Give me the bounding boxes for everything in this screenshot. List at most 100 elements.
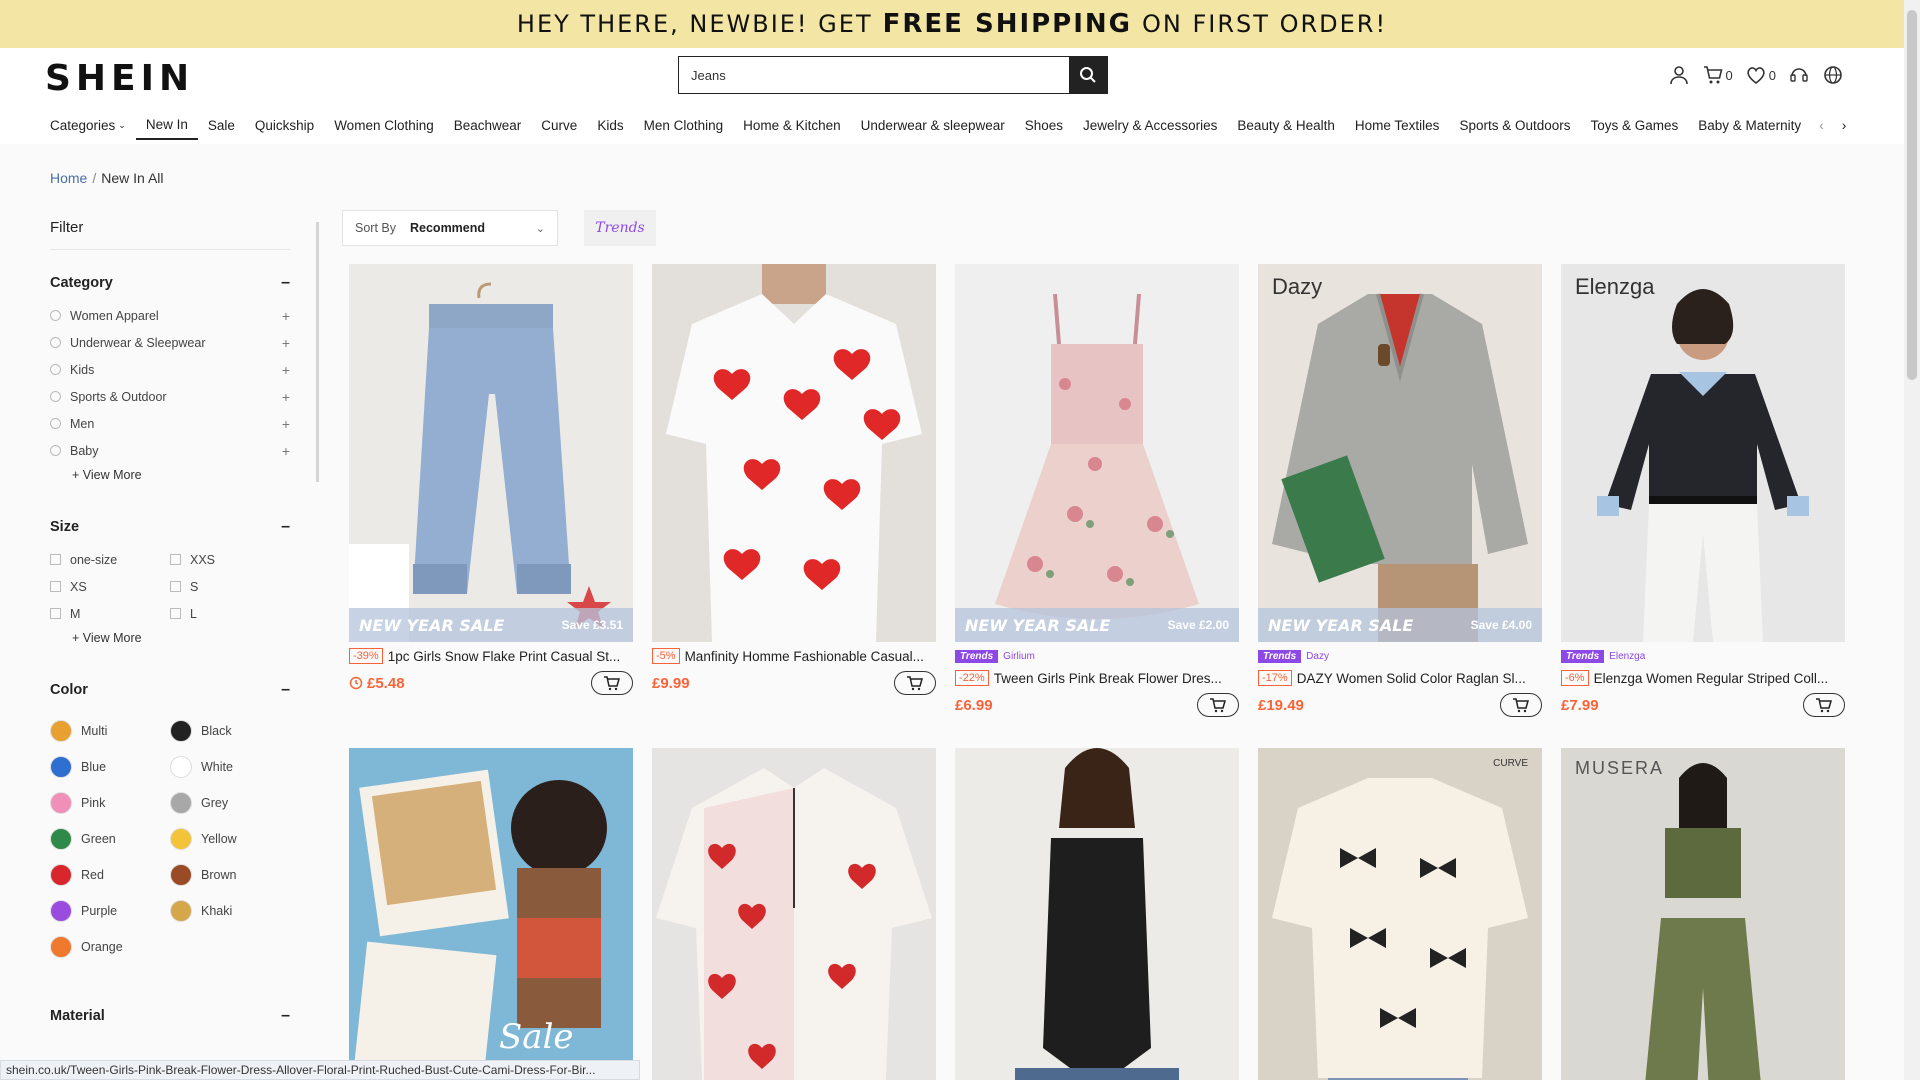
color-swatch[interactable] — [50, 936, 72, 958]
product-card[interactable]: SaleWAVES — [349, 748, 633, 1080]
color-swatch[interactable] — [170, 756, 192, 778]
product-title[interactable]: Tween Girls Pink Break Flower Dres... — [994, 671, 1222, 686]
add-to-cart-button[interactable] — [894, 671, 936, 695]
color-option[interactable]: Grey — [170, 785, 290, 821]
product-card[interactable]: -5% Manfinity Homme Fashionable Casual...… — [652, 264, 936, 696]
nav-sports-outdoors[interactable]: Sports & Outdoors — [1449, 110, 1580, 140]
color-swatch[interactable] — [50, 828, 72, 850]
nav-women-clothing[interactable]: Women Clothing — [324, 110, 444, 140]
product-image[interactable] — [652, 748, 936, 1080]
color-swatch[interactable] — [170, 900, 192, 922]
size-option[interactable]: S — [170, 573, 290, 600]
product-image[interactable]: Elenzga — [1561, 264, 1845, 642]
support-button[interactable] — [1788, 64, 1810, 86]
nav-jewelry-accessories[interactable]: Jewelry & Accessories — [1073, 110, 1227, 140]
size-option[interactable]: XXS — [170, 546, 290, 573]
color-option[interactable]: Black — [170, 713, 290, 749]
product-title-row[interactable]: -6% Elenzga Women Regular Striped Coll... — [1561, 670, 1845, 686]
color-option[interactable]: Purple — [50, 893, 170, 929]
product-title[interactable]: 1pc Girls Snow Flake Print Casual St... — [388, 649, 621, 664]
nav-beachwear[interactable]: Beachwear — [444, 110, 532, 140]
size-section-header[interactable]: Size – — [50, 516, 290, 538]
category-view-more[interactable]: + View More — [72, 464, 290, 486]
product-image[interactable]: CURVE — [1258, 748, 1542, 1080]
color-option[interactable]: White — [170, 749, 290, 785]
checkbox[interactable] — [50, 554, 61, 565]
color-option[interactable]: Multi — [50, 713, 170, 749]
expand-icon[interactable]: + — [282, 416, 290, 432]
color-swatch[interactable] — [170, 828, 192, 850]
expand-icon[interactable]: + — [282, 443, 290, 459]
nav-new-in[interactable]: New In — [135, 110, 198, 140]
product-image[interactable] — [652, 264, 936, 642]
nav-home-kitchen[interactable]: Home & Kitchen — [733, 110, 851, 140]
cart-button[interactable]: 0 — [1702, 64, 1733, 86]
color-swatch[interactable] — [50, 756, 72, 778]
store-tag[interactable]: Dazy — [1306, 651, 1329, 662]
store-tag[interactable]: Elenzga — [1609, 651, 1645, 662]
color-swatch[interactable] — [170, 720, 192, 742]
radio-button[interactable] — [50, 418, 61, 429]
scrollbar-thumb[interactable] — [1907, 10, 1917, 380]
nav-curve[interactable]: Curve — [531, 110, 587, 140]
nav-home-textiles[interactable]: Home Textiles — [1345, 110, 1450, 140]
expand-icon[interactable]: + — [282, 308, 290, 324]
nav-shoes[interactable]: Shoes — [1015, 110, 1073, 140]
nav-kids[interactable]: Kids — [587, 110, 633, 140]
expand-icon[interactable]: + — [282, 389, 290, 405]
color-option[interactable]: Orange — [50, 929, 170, 965]
checkbox[interactable] — [50, 608, 61, 619]
account-button[interactable] — [1668, 64, 1690, 86]
product-title-row[interactable]: -17% DAZY Women Solid Color Raglan Sl... — [1258, 670, 1542, 686]
product-card[interactable]: MUSERA — [1561, 748, 1845, 1080]
color-swatch[interactable] — [50, 900, 72, 922]
color-option[interactable]: Blue — [50, 749, 170, 785]
product-card[interactable] — [652, 748, 936, 1080]
color-swatch[interactable] — [170, 792, 192, 814]
product-card[interactable]: NEW YEAR SALE Save £2.00 Trends Girlium -22%… — [955, 264, 1239, 718]
add-to-cart-button[interactable] — [1500, 693, 1542, 717]
radio-button[interactable] — [50, 310, 61, 321]
category-item[interactable]: Baby + — [50, 437, 290, 464]
product-card[interactable]: Dazy NEW YEAR SALE Save £4.00 Trends Dazy -17… — [1258, 264, 1542, 718]
product-title[interactable]: Manfinity Homme Fashionable Casual... — [685, 649, 924, 664]
nav-underwear-sleepwear[interactable]: Underwear & sleepwear — [851, 110, 1015, 140]
nav-quickship[interactable]: Quickship — [245, 110, 324, 140]
product-card[interactable]: Elenzga Trends Elenzga -6% Elenzga Women Reg… — [1561, 264, 1845, 718]
product-image[interactable] — [955, 748, 1239, 1080]
expand-icon[interactable]: + — [282, 335, 290, 351]
color-swatch[interactable] — [50, 720, 72, 742]
nav-toys-games[interactable]: Toys & Games — [1581, 110, 1689, 140]
promo-banner[interactable]: HEY THERE, NEWBIE! GET FREE SHIPPING ON … — [0, 0, 1904, 48]
language-button[interactable] — [1822, 64, 1844, 86]
category-item[interactable]: Men + — [50, 410, 290, 437]
category-item[interactable]: Kids + — [50, 356, 290, 383]
product-title[interactable]: DAZY Women Solid Color Raglan Sl... — [1297, 671, 1526, 686]
color-option[interactable]: Pink — [50, 785, 170, 821]
size-option[interactable]: XS — [50, 573, 170, 600]
expand-icon[interactable]: + — [282, 362, 290, 378]
product-title-row[interactable]: -22% Tween Girls Pink Break Flower Dres..… — [955, 670, 1239, 686]
product-card[interactable]: CURVE — [1258, 748, 1542, 1080]
color-swatch[interactable] — [50, 864, 72, 886]
product-image[interactable]: Dazy NEW YEAR SALE Save £4.00 — [1258, 264, 1542, 642]
wishlist-button[interactable]: 0 — [1745, 64, 1776, 86]
sidebar-scrollbar[interactable] — [316, 222, 319, 482]
shein-logo[interactable]: SHEIN — [45, 58, 194, 99]
product-image[interactable]: SaleWAVES — [349, 748, 633, 1080]
category-item[interactable]: Sports & Outdoor + — [50, 383, 290, 410]
radio-button[interactable] — [50, 391, 61, 402]
product-title[interactable]: Elenzga Women Regular Striped Coll... — [1594, 671, 1829, 686]
nav-sale[interactable]: Sale — [198, 110, 245, 140]
color-option[interactable]: Yellow — [170, 821, 290, 857]
color-option[interactable]: Brown — [170, 857, 290, 893]
color-swatch[interactable] — [50, 792, 72, 814]
color-option[interactable]: Green — [50, 821, 170, 857]
search-input[interactable] — [679, 57, 1069, 93]
product-card[interactable] — [955, 748, 1239, 1080]
color-option[interactable]: Red — [50, 857, 170, 893]
page-scrollbar[interactable] — [1904, 0, 1920, 1080]
checkbox[interactable] — [50, 581, 61, 592]
checkbox[interactable] — [170, 608, 181, 619]
color-swatch[interactable] — [170, 864, 192, 886]
